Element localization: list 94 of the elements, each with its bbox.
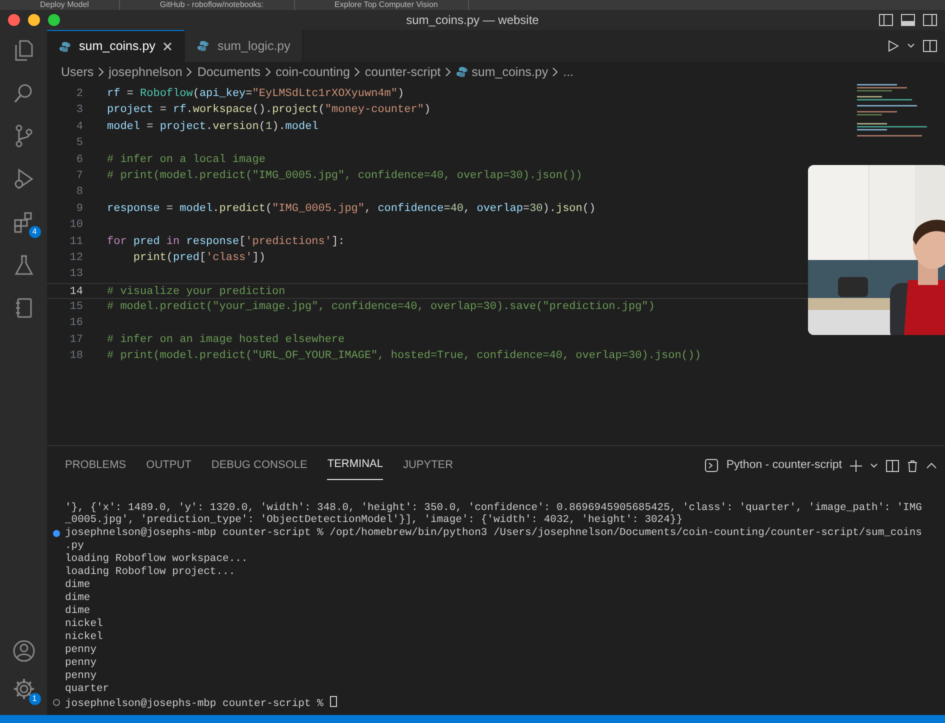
line-number: 15 [68,300,83,316]
terminal-line: _0005.jpg', 'prediction_type': 'ObjectDetectionModel'}], 'image': {'width': 4032, 'height': 3024}} [65,514,683,526]
chevron-right-icon [264,67,272,77]
account-icon[interactable] [12,639,36,663]
line-number: 14 [68,284,83,298]
line-number: 4 [75,120,83,135]
maximize-window-button[interactable] [48,14,60,26]
terminal-icon [705,459,718,472]
terminal-line: .py [65,540,84,552]
settings-icon[interactable] [12,677,36,701]
close-window-button[interactable] [8,14,20,26]
code-line: # visualize your prediction [107,284,286,298]
notification-badge: 1 [28,693,40,705]
breadcrumb-item[interactable]: coin-counting [276,62,350,82]
line-number: 3 [75,103,83,118]
code-line: response = model.predict("IMG_0005.jpg", confidence=40, overlap=30).json() [107,202,596,217]
code-line: print(pred['class']) [132,250,266,266]
line-number: 17 [68,332,83,348]
terminal-line: '}, {'x': 1489.0, 'y': 1320.0, 'width': 348.0, 'height': 350.0, 'confidence': 0.8696945905685425, 'class': 'quarter', 'image_path': 'IMG [65,502,922,514]
breadcrumb-item[interactable]: Documents [197,62,261,82]
terminal-line: loading Roboflow project... [65,566,236,578]
panel-tab[interactable]: PROBLEMS [65,452,126,480]
line-number: 7 [75,168,83,184]
line-number: 16 [68,316,83,332]
terminal-line: josephnelson@josephs-mbp counter-script % /opt/homebrew/bin/python3 /Users/josephnelson/Documents/coin-counting/counter-script/sum_coins [65,527,922,540]
terminal-line: dime [65,592,90,604]
line-number: 10 [68,218,83,234]
flask-icon[interactable] [12,253,36,277]
line-number: 18 [68,349,83,364]
chevron-right-icon [186,67,194,77]
breadcrumb-item[interactable]: ... [563,62,574,82]
terminal-line: nickel [65,618,103,630]
success-dot-icon [53,530,60,538]
line-number: 8 [75,185,83,200]
chevron-right-icon [552,67,560,77]
trash-icon[interactable] [907,460,918,472]
line-number: 2 [75,87,83,102]
terminal-line: penny [65,656,97,669]
terminal-line: dime [65,605,90,617]
panel-tab[interactable]: JUPYTER [402,452,454,480]
code-line: for pred in response['predictions']: [107,234,345,250]
chevron-up-icon[interactable] [926,462,937,470]
new-terminal-icon[interactable] [850,460,862,472]
caret-icon[interactable] [870,462,878,469]
python-file-icon [59,40,71,52]
terminal-line: dime [65,579,90,592]
breadcrumb-item[interactable]: josephnelson [108,62,182,82]
toggle-sidebar-icon[interactable] [879,14,893,26]
chevron-right-icon [354,67,361,77]
close-icon[interactable] [163,42,172,51]
code-line: project = rf.workspace().project("money-counter") [107,103,431,118]
panel-tab[interactable]: DEBUG CONSOLE [211,452,308,480]
minimize-window-button[interactable] [28,14,40,26]
editor-tab[interactable]: sum_coins.py [47,30,186,62]
code-line: # model.predict("your_image.jpg", confidence=40, overlap=30).save("prediction.jpg") [107,300,655,316]
terminal-line: quarter [65,682,110,695]
terminal-selector[interactable]: Python - counter-script [726,457,842,474]
line-number: 6 [75,152,83,168]
code-line: model = project.version(1).model [107,120,318,135]
panel-tab[interactable]: TERMINAL [327,452,383,480]
code-line: # print(model.predict("URL_OF_YOUR_IMAGE", hosted=True, confidence=40, overlap=30).json()) [107,349,702,364]
breadcrumb-item[interactable]: counter-script [364,62,441,82]
code-line: rf = Roboflow(api_key="EyLMSdLtc1rXOXyuwn4m") [107,87,404,102]
editor-tab[interactable]: sum_logic.py [185,30,304,62]
code-line: # infer on a local image [107,152,266,168]
split-editor-icon[interactable] [923,40,937,52]
terminal-line: josephnelson@josephs-mbp counter-script % [65,698,324,710]
breadcrumb-item[interactable]: sum_coins.py [472,62,548,82]
line-number: 5 [75,136,83,152]
caret-icon[interactable] [907,43,915,49]
window-title: sum_coins.py — website [406,12,539,29]
chevron-right-icon [444,67,452,77]
terminal-line: nickel [65,630,103,643]
prompt-dot-icon [53,698,60,706]
line-number: 13 [68,267,83,282]
toggle-panel-icon[interactable] [901,14,915,26]
split-terminal-icon[interactable] [886,460,899,472]
panel-tab[interactable]: OUTPUT [146,452,192,480]
notification-badge: 4 [28,226,40,238]
toggle-secondary-sidebar-icon[interactable] [923,14,937,26]
terminal-line: loading Roboflow workspace... [65,553,248,566]
terminal-cursor [330,696,337,707]
code-line: # print(model.predict("IMG_0005.jpg", confidence=40, overlap=30).json()) [107,168,582,184]
line-number: 9 [75,202,83,217]
run-icon[interactable] [887,40,899,52]
code-line: # infer on an image hosted elsewhere [107,332,345,348]
line-number: 11 [68,234,83,250]
chevron-right-icon [98,67,105,77]
python-file-icon [456,66,468,78]
line-number: 12 [68,250,83,266]
breadcrumb-item[interactable]: Users [61,62,94,82]
python-file-icon [197,40,210,52]
terminal-line: penny [65,670,97,682]
terminal-line: penny [65,644,97,656]
